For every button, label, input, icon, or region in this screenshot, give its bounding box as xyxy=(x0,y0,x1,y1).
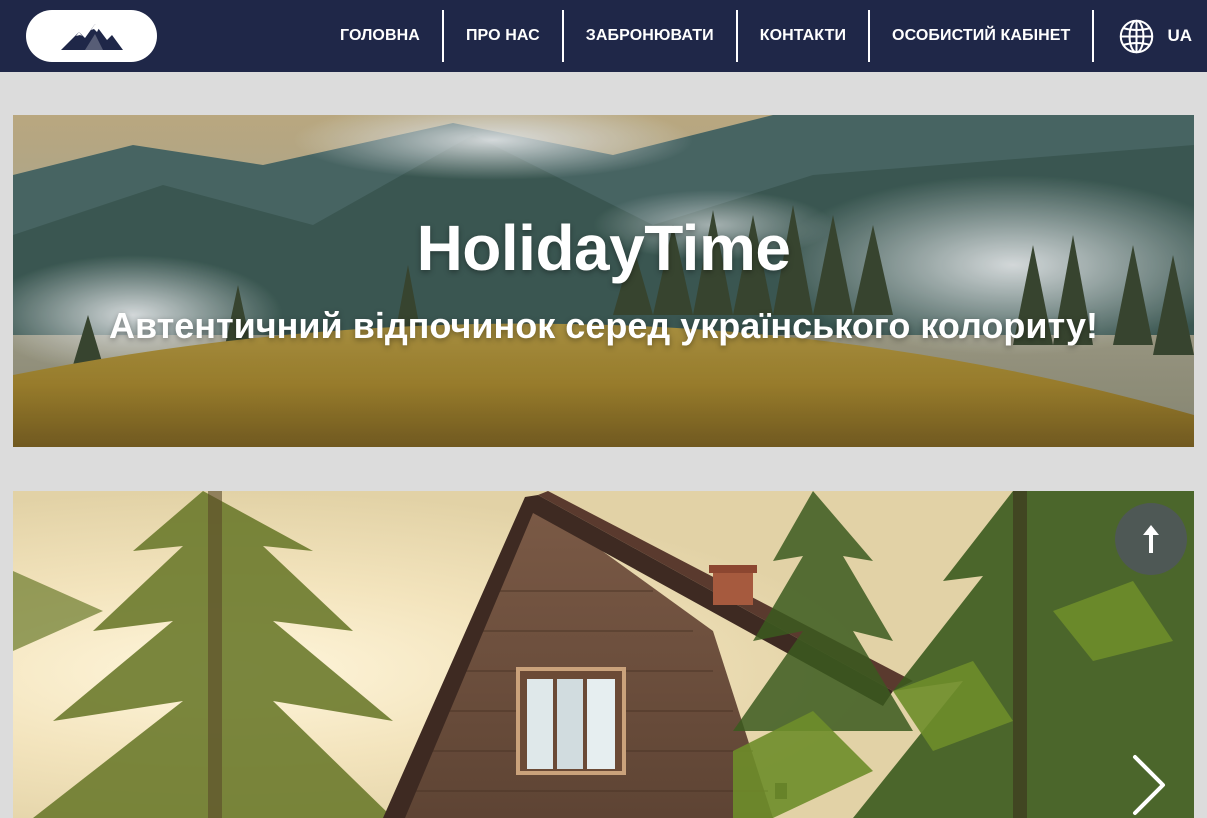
chevron-right-icon[interactable] xyxy=(1125,753,1173,817)
site-header: ГОЛОВНА ПРО НАС ЗАБРОНЮВАТИ КОНТАКТИ ОСО… xyxy=(0,0,1207,72)
nav-item-account[interactable]: ОСОБИСТИЙ КАБІНЕТ xyxy=(870,0,1092,72)
scroll-to-top-button[interactable] xyxy=(1115,503,1187,575)
hero-subtitle: Автентичний відпочинок серед українськог… xyxy=(108,305,1099,346)
hero-title: HolidayTime xyxy=(416,212,791,284)
globe-icon xyxy=(1120,19,1154,53)
main-nav: ГОЛОВНА ПРО НАС ЗАБРОНЮВАТИ КОНТАКТИ ОСО… xyxy=(318,0,1192,72)
arrow-up-icon xyxy=(1143,525,1159,553)
nav-item-about[interactable]: ПРО НАС xyxy=(444,0,562,72)
slide-image-cabin xyxy=(13,491,1194,818)
mountains-icon xyxy=(60,24,123,50)
photo-slider xyxy=(13,491,1194,818)
language-label: UA xyxy=(1167,26,1192,45)
nav-item-booking[interactable]: ЗАБРОНЮВАТИ xyxy=(564,0,736,72)
logo[interactable] xyxy=(26,10,157,62)
hero-banner: HolidayTime Автентичний відпочинок серед… xyxy=(13,115,1194,447)
language-switcher[interactable]: UA xyxy=(1094,18,1192,55)
nav-item-home[interactable]: ГОЛОВНА xyxy=(318,0,442,72)
nav-item-contacts[interactable]: КОНТАКТИ xyxy=(738,0,868,72)
